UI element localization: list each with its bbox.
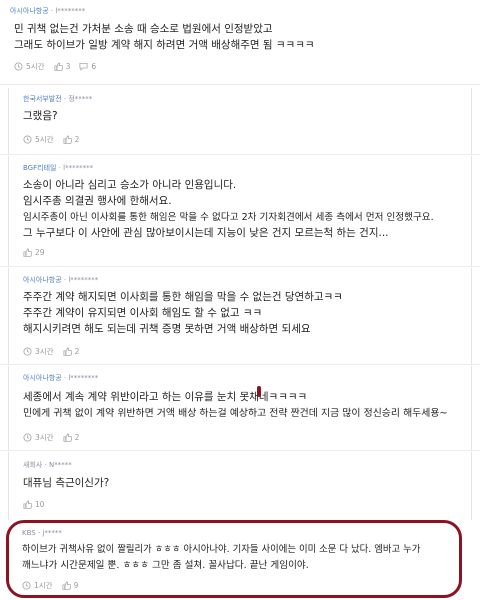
like-button[interactable]: 3: [54, 62, 70, 71]
comment-1: 아시아나항공 · l******** 민 귀책 없는건 가처분 소송 때 승소로…: [0, 0, 480, 80]
reply-button[interactable]: 6: [79, 62, 96, 71]
comment-footer: 5시간 3 6: [14, 61, 105, 72]
divider: [0, 364, 480, 365]
divider: [0, 450, 480, 451]
divider: [0, 84, 480, 85]
like-button[interactable]: 29: [23, 248, 45, 257]
clock-icon: [23, 433, 32, 442]
commenter-source[interactable]: 아시아나항공: [23, 276, 62, 284]
reply-comment: 아시아나항공 · l******** 세종에서 계속 계약 위반이라고 하는 이…: [8, 366, 472, 450]
comment-text-line: 주주간 계약 해지되면 이사회를 통한 해임을 막을 수 없는건 당연하고ㅋㅋ: [23, 291, 343, 303]
reply-comment: 아시아나항공 · l******** 주주간 계약 해지되면 이사회를 통한 해…: [8, 268, 472, 364]
thumbs-up-icon: [23, 500, 32, 509]
comment-text-line: 임시주총이 아닌 이사회를 통한 해임은 막을 수 없다고 2차 기자회견에서 …: [23, 212, 434, 223]
thumbs-up-icon: [23, 248, 32, 257]
thumbs-up-icon: [54, 62, 63, 71]
thumbs-up-icon: [63, 433, 72, 442]
commenter-id: 정*****: [68, 95, 93, 103]
timestamp: 3시간: [23, 346, 54, 357]
thumbs-up-icon: [63, 135, 72, 144]
commenter-source[interactable]: 아시아나항공: [10, 7, 49, 15]
speech-bubble-icon: [79, 62, 88, 71]
comment-footer: 10: [23, 500, 54, 509]
commenter-source[interactable]: BGF리테일: [23, 164, 56, 172]
comment-text-line: 대퓨님 측근이신가?: [23, 477, 110, 489]
commenter-id: N*****: [49, 461, 72, 469]
reply-comment: BGF리테일 · l******** 소송이 아니라 심리고 승소가 아니라 인…: [8, 156, 472, 266]
clock-icon: [23, 347, 32, 356]
comment-text-line: 민 귀책 없는건 가처분 소송 때 승소로 법원에서 인정받았고: [14, 23, 273, 35]
text-cursor-marker: [257, 386, 261, 397]
timestamp: 3시간: [23, 432, 54, 443]
comment-meta: 아시아나항공 · l********: [10, 7, 86, 15]
like-button[interactable]: 2: [63, 347, 79, 356]
divider: [0, 266, 480, 267]
reply-comment: 새회사 · N***** 대퓨님 측근이신가? 10: [8, 452, 472, 520]
comment-text-line: 그래도 하이브가 일방 계약 해지 하려면 거액 배상해주면 됨 ㅋㅋㅋㅋ: [14, 39, 315, 51]
comment-meta: 아시아나항공 · l********: [23, 276, 99, 284]
clock-icon: [23, 135, 32, 144]
comment-meta: 새회사 · N*****: [23, 461, 72, 469]
like-button[interactable]: 2: [63, 135, 79, 144]
comment-meta: BGF리테일 · l********: [23, 164, 94, 172]
timestamp: 5시간: [14, 61, 45, 72]
reply-comment: 한국서부발전 · 정***** 그랬음? 5시간 2: [8, 88, 472, 154]
divider: [0, 154, 480, 155]
commenter-source[interactable]: 아시아나항공: [23, 374, 62, 382]
clock-icon: [14, 62, 23, 71]
comment-text-line: 해지시키려면 해도 되는데 귀책 증명 못하면 거액 배상하면 되세요: [23, 323, 311, 335]
commenter-source[interactable]: 한국서부발전: [23, 95, 62, 103]
timestamp: 5시간: [23, 134, 54, 145]
commenter-id: l********: [68, 374, 99, 382]
comment-footer: 5시간 2: [23, 134, 88, 145]
thumbs-up-icon: [63, 347, 72, 356]
commenter-id: l********: [68, 276, 99, 284]
like-button[interactable]: 10: [23, 500, 45, 509]
comment-meta: 한국서부발전 · 정*****: [23, 95, 93, 103]
comment-text-line: 그랬음?: [23, 110, 58, 122]
highlight-outline: [6, 520, 462, 598]
comment-text-line: 세종에서 계속 계약 위반이라고 하는 이유를 눈치 못채네ㅋㅋㅋㅋ: [23, 391, 308, 403]
comment-footer: 3시간 2: [23, 346, 88, 357]
comment-text-line: 민에게 귀책 없이 계약 위반하면 거액 배상 하는걸 예상하고 전략 짠건데 …: [23, 408, 448, 419]
comment-footer: 29: [23, 248, 54, 257]
comment-meta: 아시아나항공 · l********: [23, 374, 99, 382]
commenter-id: l********: [63, 164, 94, 172]
comment-text-line: 그 누구보다 이 사안에 관심 많아보이시는데 지능이 낮은 건지 모르는척 하…: [23, 227, 389, 239]
comment-footer: 3시간 2: [23, 432, 88, 443]
like-button[interactable]: 2: [63, 433, 79, 442]
commenter-id: l********: [55, 7, 86, 15]
comment-text-line: 주주간 계약이 유지되면 이사회 해임도 할 수 없고 ㅋㅋ: [23, 307, 263, 319]
commenter-source[interactable]: 새회사: [23, 461, 42, 469]
comment-text-line: 임시주총 의결권 행사에 한해서요.: [23, 195, 172, 207]
comment-text-line: 소송이 아니라 심리고 승소가 아니라 인용입니다.: [23, 179, 237, 191]
